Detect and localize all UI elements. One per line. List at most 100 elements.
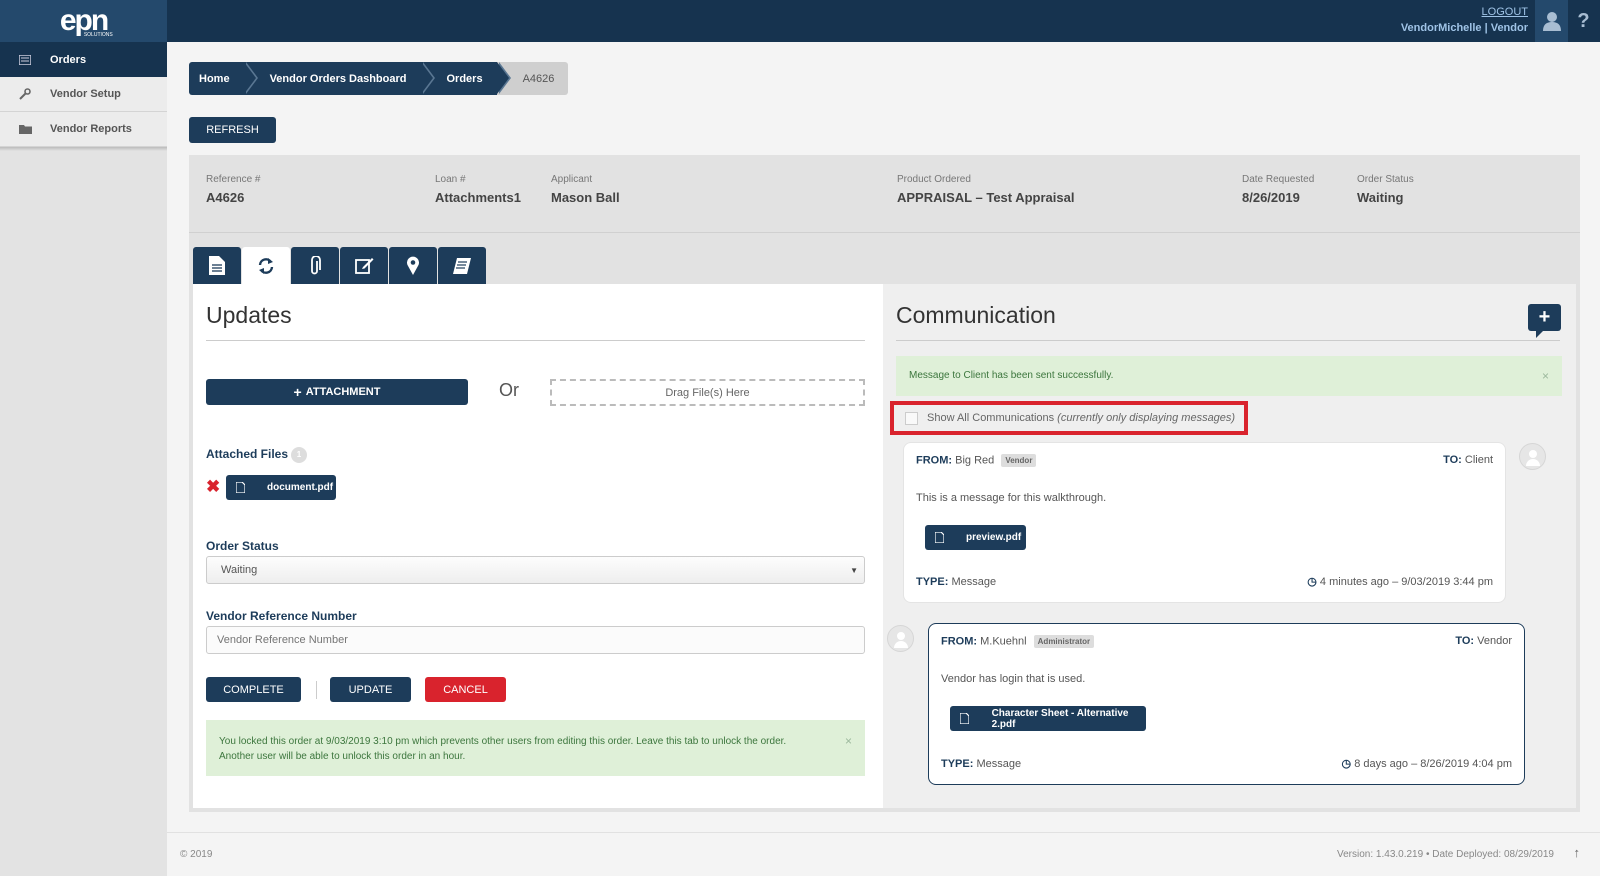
order-status-label: Order Status (1357, 174, 1414, 185)
file-dropzone[interactable]: Drag File(s) Here (550, 379, 865, 406)
to-name: Vendor (1477, 635, 1512, 647)
applicant-value: Mason Ball (551, 190, 620, 205)
message-card: FROM: M.Kuehnl Administrator TO: Vendor … (928, 623, 1525, 785)
wrench-icon (18, 88, 32, 100)
breadcrumb-home[interactable]: Home (189, 62, 258, 95)
attached-files-label: Attached Files (206, 447, 289, 462)
applicant-field: Applicant Mason Ball (551, 174, 620, 205)
button-divider (316, 681, 317, 699)
message-to: TO: Vendor (1455, 635, 1512, 647)
loan-field: Loan # Attachments1 (435, 174, 521, 205)
sidebar-item-vendor-setup[interactable]: Vendor Setup (0, 77, 167, 112)
loan-value: Attachments1 (435, 190, 521, 205)
order-panel: Reference # A4626 Loan # Attachments1 Ap… (189, 155, 1580, 812)
top-bar: epn SOLUTIONS LOGOUT VendorMichelle | Ven… (0, 0, 1600, 42)
help-icon[interactable]: ? (1567, 0, 1600, 42)
user-name: VendorMichelle | Vendor (1400, 22, 1528, 34)
reference-field: Reference # A4626 (206, 174, 260, 205)
or-label: Or (499, 380, 519, 400)
breadcrumb-vendor-orders-dashboard[interactable]: Vendor Orders Dashboard (243, 62, 435, 95)
cancel-button[interactable]: CANCEL (425, 677, 506, 702)
show-all-note: (currently only displaying messages) (1057, 412, 1236, 424)
tab-notes-edit-icon[interactable] (340, 247, 388, 284)
message-from: FROM: M.Kuehnl Administrator (941, 635, 1095, 648)
from-name: M.Kuehnl (980, 635, 1027, 648)
message-to: TO: Client (1443, 454, 1493, 466)
reference-value: A4626 (206, 190, 245, 205)
show-all-checkbox[interactable] (905, 411, 918, 425)
file-icon (236, 482, 245, 493)
message-timestamp: ◷ 4 minutes ago – 9/03/2019 3:44 pm (1307, 575, 1493, 588)
file-icon (935, 532, 944, 543)
to-name: Client (1464, 454, 1493, 466)
attached-file-chip[interactable]: document.pdf (226, 475, 336, 500)
clock-icon: ◷ (1307, 576, 1317, 588)
order-status-value: Waiting (1357, 190, 1404, 205)
sidebar: Orders Vendor Setup Vendor Reports (0, 42, 167, 876)
type-value: Message (951, 576, 997, 588)
tab-details-document-icon[interactable] (193, 247, 241, 284)
date-requested-value: 8/26/2019 (1242, 190, 1300, 205)
close-icon[interactable]: × (1542, 369, 1549, 383)
plus-icon: + (293, 384, 302, 400)
sidebar-item-orders[interactable]: Orders (0, 42, 167, 77)
vendor-reference-heading: Vendor Reference Number (206, 609, 357, 623)
scroll-to-top-icon[interactable]: ↑ (1574, 845, 1581, 860)
add-message-icon[interactable]: + (1528, 304, 1561, 338)
to-label: TO: (1455, 635, 1475, 647)
show-all-communications-toggle[interactable]: Show All Communications (currently only … (890, 401, 1248, 435)
message-attachment-chip[interactable]: Character Sheet - Alternative 2.pdf (950, 706, 1146, 731)
sidebar-item-vendor-reports[interactable]: Vendor Reports (0, 112, 167, 147)
tab-attachments-paperclip-icon[interactable] (291, 247, 339, 284)
breadcrumb: Home Vendor Orders Dashboard Orders A462… (189, 62, 569, 95)
logo-text: epn SOLUTIONS (59, 4, 113, 38)
update-button[interactable]: UPDATE (330, 677, 411, 702)
from-name: Big Red (955, 454, 995, 467)
sidebar-item-label: Orders (50, 53, 87, 66)
tab-updates-refresh-icon[interactable] (242, 247, 290, 284)
communication-title-rule (896, 340, 1560, 341)
message-card: FROM: Big Red Vendor TO: Client This is … (903, 442, 1506, 603)
close-icon[interactable]: × (845, 734, 852, 748)
logo[interactable]: epn SOLUTIONS (0, 0, 167, 42)
sidebar-shadow (0, 147, 167, 151)
refresh-button[interactable]: REFRESH (189, 117, 276, 143)
from-label: FROM: (916, 454, 953, 467)
message-from: FROM: Big Red Vendor (916, 454, 1037, 467)
list-icon (18, 54, 32, 66)
product-value: APPRAISAL – Test Appraisal (897, 190, 1075, 205)
order-tabs (193, 247, 486, 284)
updates-pane: Updates + ATTACHMENT Or Drag File(s) Her… (193, 284, 883, 808)
timestamp-text: 4 minutes ago – 9/03/2019 3:44 pm (1319, 576, 1493, 588)
message-body: Vendor has login that is used. (941, 673, 1086, 685)
logout-link[interactable]: LOGOUT (1401, 6, 1528, 18)
vendor-reference-input[interactable] (206, 626, 865, 654)
to-label: TO: (1443, 454, 1462, 466)
success-alert: Message to Client has been sent successf… (896, 356, 1562, 396)
message-attachment-name: preview.pdf (966, 532, 1022, 543)
add-attachment-button[interactable]: + ATTACHMENT (206, 379, 468, 405)
message-timestamp: ◷ 8 days ago – 8/26/2019 4:04 pm (1342, 757, 1512, 770)
tab-location-map-marker-icon[interactable] (389, 247, 437, 284)
message-attachment-chip[interactable]: preview.pdf (925, 525, 1026, 550)
product-field: Product Ordered APPRAISAL – Test Apprais… (897, 174, 1074, 205)
order-status-select[interactable]: Waiting ▼ (206, 556, 865, 584)
type-label: TYPE: (916, 576, 949, 588)
role-badge: Vendor (1001, 454, 1037, 467)
complete-button[interactable]: COMPLETE (206, 677, 301, 702)
date-requested-field: Date Requested 8/26/2019 (1242, 174, 1314, 205)
order-status-selected: Waiting (221, 564, 258, 576)
attached-file-name: document.pdf (267, 482, 334, 493)
updates-title-rule (206, 340, 865, 341)
success-alert-text: Message to Client has been sent successf… (909, 370, 1114, 381)
lock-notice-text: You locked this order at 9/03/2019 3:10 … (219, 734, 786, 764)
show-all-label: Show All Communications (927, 412, 1055, 424)
user-profile-icon[interactable] (1535, 0, 1568, 42)
remove-file-icon[interactable]: ✖ (206, 477, 220, 497)
lock-notice-line-1: You locked this order at 9/03/2019 3:10 … (219, 736, 787, 747)
message-body: This is a message for this walkthrough. (916, 492, 1107, 504)
tab-log-book-icon[interactable] (438, 247, 486, 284)
message-type: TYPE: Message (941, 758, 1021, 770)
footer-divider (167, 832, 1600, 833)
date-requested-label: Date Requested (1242, 174, 1315, 185)
